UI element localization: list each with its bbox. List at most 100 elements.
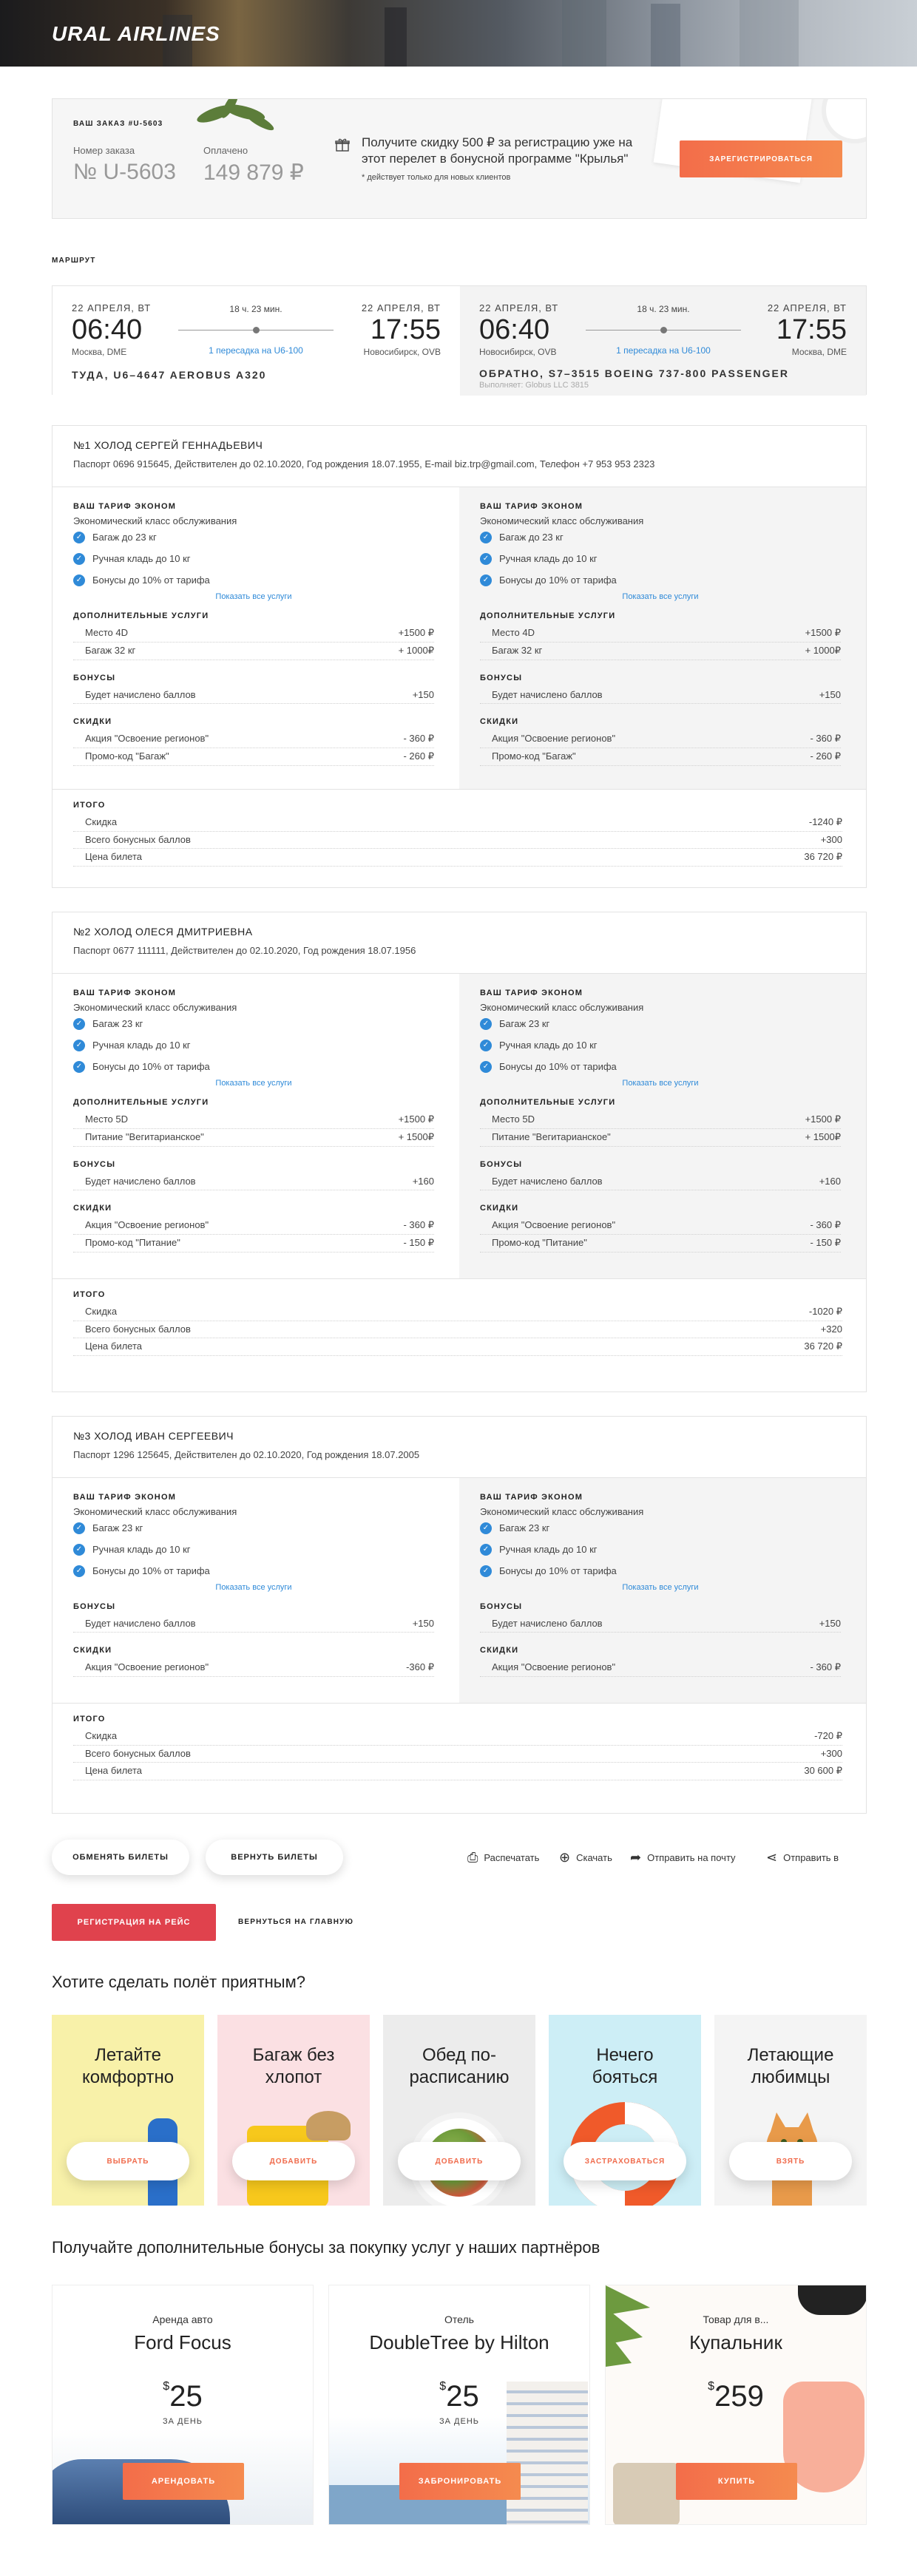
service-button[interactable]: ВЫБРАТЬ [67,2142,189,2180]
row-label: Акция "Освоение регионов" [85,1219,209,1230]
service-card-pets[interactable]: Летающие любимцы ВЗЯТЬ [714,2015,867,2206]
tariff-feature: ✓ Багаж 23 кг [480,1013,841,1034]
tariff-feature-label: Багаж до 23 кг [499,532,564,543]
partner-card-car[interactable]: Аренда авто Ford Focus $25 ЗА ДЕНЬ АРЕНД… [52,2285,314,2525]
row-value: - 260 ₽ [810,750,841,762]
tariff-feature-label: Ручная кладь до 10 кг [499,553,598,564]
bonus-title: БОНУСЫ [480,1160,523,1169]
print-action[interactable]: ⎙ Распечатать [467,1850,539,1865]
bonus-title: БОНУСЫ [480,1602,523,1611]
partner-button[interactable]: ЗАБРОНИРОВАТЬ [399,2463,521,2500]
row-value: +1500 ₽ [398,1114,434,1125]
partner-price-value: 25 [446,2380,479,2413]
partner-price-value: 259 [714,2380,764,2413]
download-action[interactable]: ⊕ Скачать [559,1850,612,1865]
row-label: Багаж 32 кг [492,645,543,656]
show-all-services-link[interactable]: Показать все услуги [480,1583,841,1592]
service-card-meal[interactable]: Обед по-расписанию ДОБАВИТЬ [383,2015,535,2206]
out-transfer-link[interactable]: 1 пересадка на U6-100 [193,345,319,356]
tariff-feature-label: Бонусы до 10% от тарифа [499,1061,617,1072]
service-button[interactable]: ЗАСТРАХОВАТЬСЯ [564,2142,686,2180]
row-value: +1500 ₽ [805,1114,841,1125]
service-button[interactable]: ДОБАВИТЬ [232,2142,355,2180]
discounts-title: СКИДКИ [480,1646,519,1655]
service-button[interactable]: ДОБАВИТЬ [398,2142,521,2180]
service-card-comfort[interactable]: Летайте комфортно ВЫБРАТЬ [52,2015,204,2206]
tariff-column: ВАШ ТАРИФ ЭКОНОМ Экономический класс обсл… [459,487,866,789]
tariff-feature-label: Багаж 23 кг [92,1018,143,1029]
total-row: Всего бонусных баллов +320 [73,1321,842,1338]
row-value: -360 ₽ [406,1661,434,1672]
row-value: - 360 ₽ [403,1219,434,1230]
partner-button[interactable]: АРЕНДОВАТЬ [123,2463,244,2500]
out-dep-time: 06:40 [72,314,143,345]
tariff-feature-label: Бонусы до 10% от тарифа [499,1565,617,1576]
share-action[interactable]: ⋖ Отправить в [766,1850,839,1865]
tariff-feature: ✓ Бонусы до 10% от тарифа [480,1560,841,1582]
discount-row: Промо-код "Багаж" - 260 ₽ [480,748,841,766]
check-icon: ✓ [480,1017,492,1030]
extra-services-title: ДОПОЛНИТЕЛЬНЫЕ УСЛУГИ [480,611,616,620]
show-all-services-link[interactable]: Показать все услуги [73,1583,434,1592]
check-icon: ✓ [73,574,85,586]
show-all-services-link[interactable]: Показать все услуги [480,592,841,601]
show-all-services-link[interactable]: Показать все услуги [480,1079,841,1088]
tariff-column: ВАШ ТАРИФ ЭКОНОМ Экономический класс обсл… [53,974,459,1278]
service-card-baggage[interactable]: Багаж без хлопот ДОБАВИТЬ [217,2015,370,2206]
back-transfer-link[interactable]: 1 пересадка на U6-100 [600,345,726,356]
partner-button[interactable]: КУПИТЬ [676,2463,797,2500]
discounts-title: СКИДКИ [480,717,519,726]
row-value: +320 [820,1323,842,1335]
tariff-feature: ✓ Бонусы до 10% от тарифа [73,1560,434,1582]
row-label: Цена билета [85,851,142,862]
row-value: +160 [819,1176,841,1187]
tariff-feature-label: Бонусы до 10% от тарифа [92,1565,210,1576]
back-stop-dot [660,327,667,333]
tariff-feature: ✓ Багаж до 23 кг [73,526,434,548]
tariff-feature: ✓ Ручная кладь до 10 кг [480,1539,841,1560]
exchange-tickets-button[interactable]: ОБМЕНЯТЬ БИЛЕТЫ [52,1840,189,1875]
row-value: - 260 ₽ [403,750,434,762]
service-title: Нечего бояться [592,2045,658,2087]
row-value: +300 [820,1748,842,1759]
discount-row: Акция "Освоение регионов" - 360 ₽ [73,1217,434,1235]
register-bonus-button[interactable]: ЗАРЕГИСТРИРОВАТЬСЯ [680,140,842,177]
bonus-row: Будет начислено баллов +160 [480,1173,841,1190]
service-title: Летающие любимцы [747,2045,834,2087]
service-title: Обед по-расписанию [409,2045,510,2087]
checkin-button[interactable]: РЕГИСТРАЦИЯ НА РЕЙС [52,1904,216,1941]
check-icon: ✓ [480,531,492,543]
row-label: Всего бонусных баллов [85,1748,191,1759]
check-icon: ✓ [480,1060,492,1073]
tariff-class: Экономический класс обслуживания [480,515,644,526]
row-label: Всего бонусных баллов [85,1323,191,1335]
total-row: Всего бонусных баллов +300 [73,832,842,849]
extra-service-row: Место 5D +1500 ₽ [480,1111,841,1129]
logo[interactable]: URAL AIRLINES [52,22,220,46]
partner-card-swimsuit[interactable]: Товар для в... Купальник $259 КУПИТЬ [605,2285,867,2525]
show-all-services-link[interactable]: Показать все услуги [73,1079,434,1088]
row-label: Скидка [85,1306,118,1317]
partner-subtitle: Аренда авто [152,2314,213,2325]
row-label: Цена билета [85,1765,142,1776]
discount-row: Акция "Освоение регионов" - 360 ₽ [480,1217,841,1235]
route-title: МАРШРУТ [52,257,96,265]
email-action[interactable]: ➦ Отправить на почту [630,1850,736,1865]
service-card-insurance[interactable]: Нечего бояться ЗАСТРАХОВАТЬСЯ [549,2015,701,2206]
refund-tickets-button[interactable]: ВЕРНУТЬ БИЛЕТЫ [206,1840,343,1875]
home-link[interactable]: ВЕРНУТЬСЯ НА ГЛАВНУЮ [238,1918,353,1926]
row-value: -720 ₽ [814,1730,842,1741]
tariff-feature: ✓ Ручная кладь до 10 кг [73,548,434,569]
show-all-services-link[interactable]: Показать все услуги [73,592,434,601]
service-button[interactable]: ВЗЯТЬ [729,2142,852,2180]
tariff-feature: ✓ Багаж 23 кг [73,1517,434,1539]
sunglasses-image [798,2285,866,2315]
discounts-title: СКИДКИ [73,1646,112,1655]
tariff-feature-label: Ручная кладь до 10 кг [92,1040,191,1051]
row-label: Промо-код "Багаж" [492,750,576,762]
partner-subtitle: Товар для в... [703,2314,769,2325]
row-label: Будет начислено баллов [492,1618,603,1629]
out-duration: 18 ч. 23 мин. [229,304,282,314]
totals-block: ИТОГО Скидка -1020 ₽ Всего бонусных баллов +… [73,1290,842,1356]
partner-card-hotel[interactable]: Отель DoubleTree by Hilton $25 ЗА ДЕНЬ З… [328,2285,590,2525]
